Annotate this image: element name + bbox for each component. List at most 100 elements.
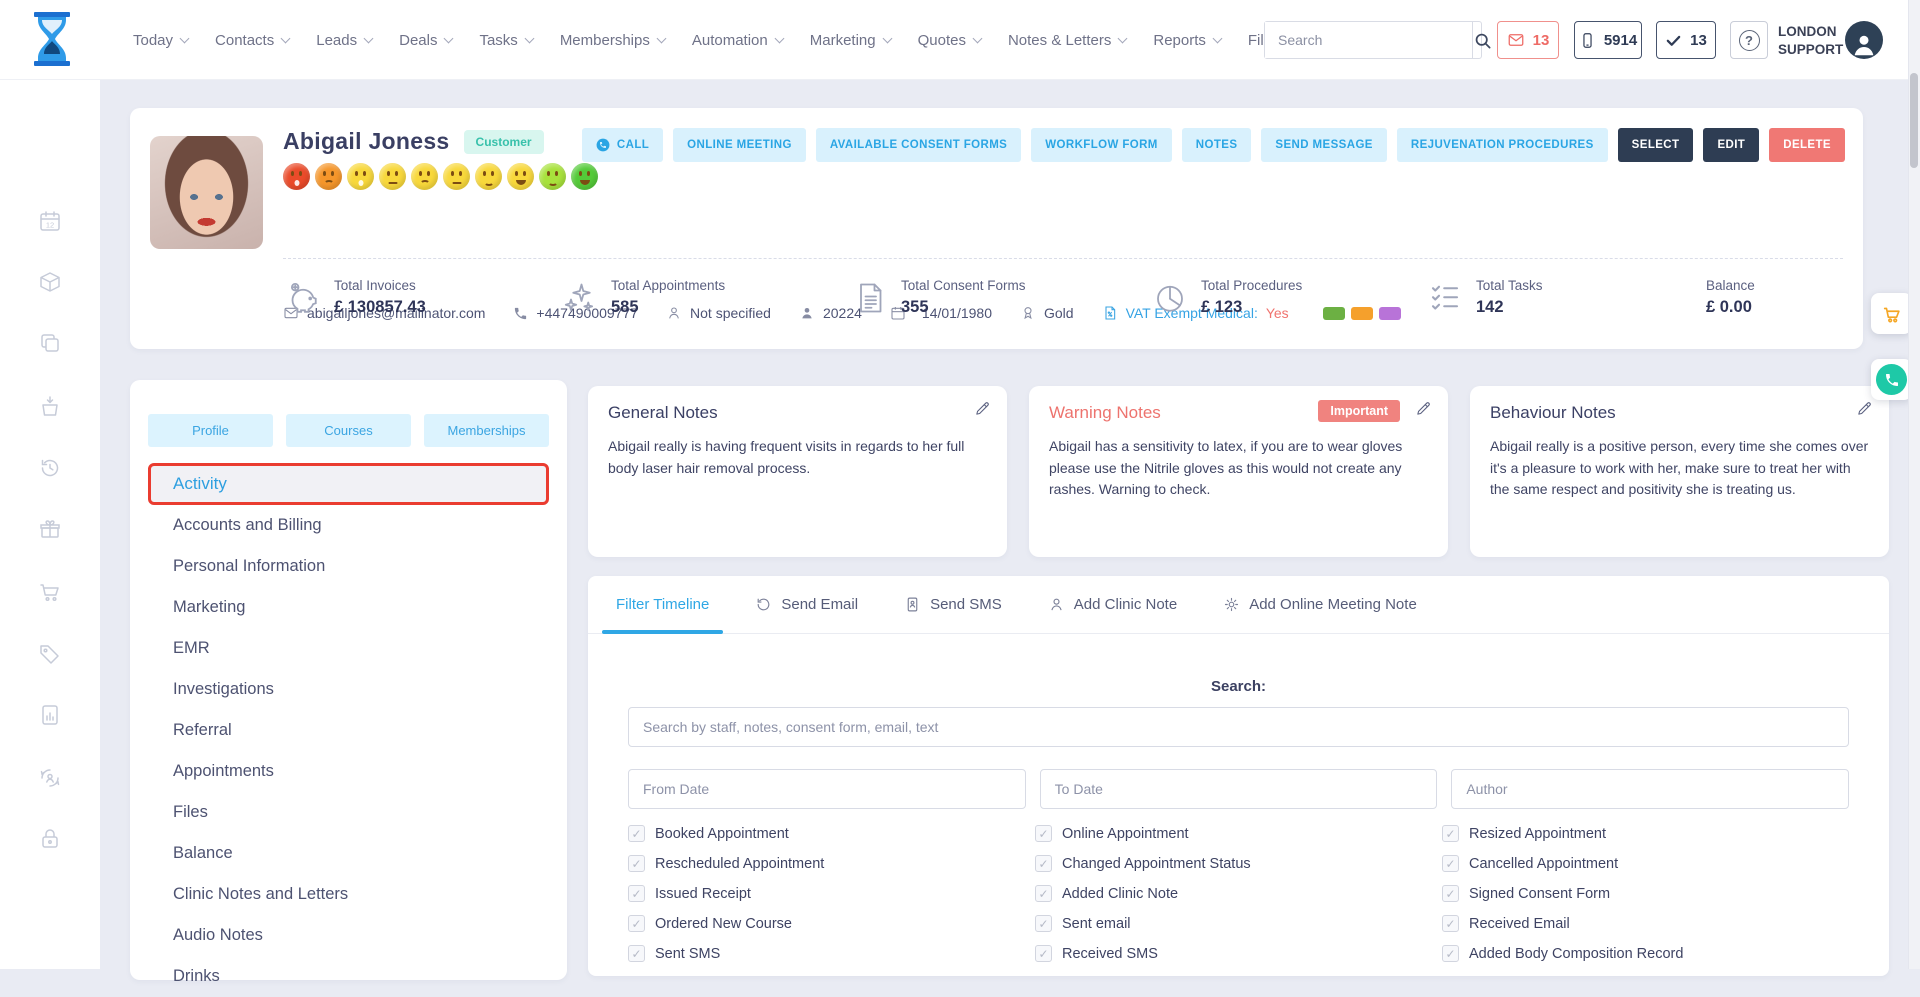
scrollbar-track[interactable] — [1908, 0, 1920, 969]
filter-cancelled-appointment[interactable]: Cancelled Appointment — [1442, 855, 1849, 872]
filter-issued-receipt[interactable]: Issued Receipt — [628, 885, 1035, 902]
filter-sent-email[interactable]: Sent email — [1035, 915, 1442, 932]
filter-changed-appointment-status[interactable]: Changed Appointment Status — [1035, 855, 1442, 872]
select-button[interactable]: SELECT — [1618, 128, 1694, 162]
rejuvenation-procedures-button[interactable]: REJUVENATION PROCEDURES — [1397, 128, 1608, 162]
tab-send-sms[interactable]: Send SMS — [904, 576, 1002, 633]
search-icon[interactable] — [1472, 22, 1492, 58]
call-button[interactable]: CALL — [582, 128, 663, 162]
nav-marketing[interactable]: Marketing — [810, 32, 891, 49]
help-button[interactable]: ? — [1730, 21, 1768, 59]
tab-add-clinic-note[interactable]: Add Clinic Note — [1048, 576, 1177, 633]
nav-contacts[interactable]: Contacts — [215, 32, 289, 49]
menu-item-audio-notes[interactable]: Audio Notes — [148, 915, 549, 956]
checkbox-checked[interactable] — [1035, 945, 1052, 962]
lock-icon[interactable] — [38, 827, 62, 851]
filter-signed-consent-form[interactable]: Signed Consent Form — [1442, 885, 1849, 902]
inbox-mail-button[interactable]: 13 — [1497, 21, 1559, 59]
menu-item-files[interactable]: Files — [148, 792, 549, 833]
floating-cart-button[interactable] — [1871, 293, 1912, 334]
delete-button[interactable]: DELETE — [1769, 128, 1845, 162]
report-icon[interactable] — [38, 703, 62, 727]
global-search-input[interactable] — [1265, 22, 1472, 58]
satisfaction-emoji-4[interactable] — [379, 163, 406, 190]
satisfaction-emoji-5[interactable] — [411, 163, 438, 190]
filter-resized-appointment[interactable]: Resized Appointment — [1442, 825, 1849, 842]
nav-deals[interactable]: Deals — [399, 32, 452, 49]
price-tag-icon[interactable] — [38, 642, 62, 666]
scrollbar-thumb[interactable] — [1910, 73, 1918, 168]
tab-filter-timeline[interactable]: Filter Timeline — [616, 576, 709, 633]
user-avatar[interactable] — [1845, 21, 1883, 59]
timeline-search-input[interactable] — [628, 707, 1849, 747]
cart-icon[interactable] — [38, 580, 62, 604]
checkbox-checked[interactable] — [628, 945, 645, 962]
tab-profile[interactable]: Profile — [148, 414, 273, 447]
checkbox-checked[interactable] — [1442, 885, 1459, 902]
checkbox-checked[interactable] — [1442, 825, 1459, 842]
edit-pencil-icon[interactable] — [1415, 400, 1432, 417]
tag-chip-green[interactable] — [1323, 307, 1345, 320]
tag-chip-orange[interactable] — [1351, 307, 1373, 320]
nav-automation[interactable]: Automation — [692, 32, 783, 49]
client-sync-icon[interactable] — [38, 766, 62, 790]
basket-icon[interactable] — [38, 395, 62, 419]
menu-item-emr[interactable]: EMR — [148, 628, 549, 669]
satisfaction-emoji-10[interactable] — [571, 163, 598, 190]
package-icon[interactable] — [38, 270, 62, 294]
nav-today[interactable]: Today — [133, 32, 188, 49]
tasks-button[interactable]: 13 — [1656, 21, 1716, 59]
nav-notes-letters[interactable]: Notes & Letters — [1008, 32, 1126, 49]
checkbox-checked[interactable] — [628, 855, 645, 872]
menu-item-appointments[interactable]: Appointments — [148, 751, 549, 792]
nav-tasks[interactable]: Tasks — [479, 32, 532, 49]
tab-memberships[interactable]: Memberships — [424, 414, 549, 447]
satisfaction-emoji-8[interactable] — [507, 163, 534, 190]
tag-chip-purple[interactable] — [1379, 307, 1401, 320]
menu-item-drinks[interactable]: Drinks — [148, 956, 549, 997]
copy-icon[interactable] — [38, 331, 62, 355]
satisfaction-emoji-1[interactable] — [283, 163, 310, 190]
satisfaction-emoji-2[interactable] — [315, 163, 342, 190]
tab-courses[interactable]: Courses — [286, 414, 411, 447]
satisfaction-emoji-9[interactable] — [539, 163, 566, 190]
tab-send-email[interactable]: Send Email — [755, 576, 858, 633]
checkbox-checked[interactable] — [1442, 915, 1459, 932]
notes-button[interactable]: NOTES — [1182, 128, 1252, 162]
menu-item-personal-information[interactable]: Personal Information — [148, 546, 549, 587]
to-date-input[interactable] — [1040, 769, 1438, 809]
menu-item-investigations[interactable]: Investigations — [148, 669, 549, 710]
menu-item-activity-selected[interactable]: Activity — [148, 463, 549, 505]
available-consent-forms-button[interactable]: AVAILABLE CONSENT FORMS — [816, 128, 1021, 162]
app-logo-hourglass-icon[interactable] — [28, 11, 76, 67]
menu-item-marketing[interactable]: Marketing — [148, 587, 549, 628]
sms-button[interactable]: 5914 — [1574, 21, 1642, 59]
checkbox-checked[interactable] — [628, 825, 645, 842]
satisfaction-emoji-6[interactable] — [443, 163, 470, 190]
edit-button[interactable]: EDIT — [1703, 128, 1759, 162]
history-icon[interactable] — [38, 456, 62, 480]
filter-online-appointment[interactable]: Online Appointment — [1035, 825, 1442, 842]
checkbox-checked[interactable] — [1035, 855, 1052, 872]
filter-received-sms[interactable]: Received SMS — [1035, 945, 1442, 962]
menu-item-clinic-notes-and-letters[interactable]: Clinic Notes and Letters — [148, 874, 549, 915]
filter-booked-appointment[interactable]: Booked Appointment — [628, 825, 1035, 842]
edit-pencil-icon[interactable] — [974, 400, 991, 417]
filter-sent-sms[interactable]: Sent SMS — [628, 945, 1035, 962]
online-meeting-button[interactable]: ONLINE MEETING — [673, 128, 806, 162]
send-message-button[interactable]: SEND MESSAGE — [1261, 128, 1386, 162]
workflow-form-button[interactable]: WORKFLOW FORM — [1031, 128, 1172, 162]
menu-item-balance[interactable]: Balance — [148, 833, 549, 874]
gift-icon[interactable] — [38, 517, 62, 541]
checkbox-checked[interactable] — [1035, 915, 1052, 932]
tab-add-online-meeting-note[interactable]: Add Online Meeting Note — [1223, 576, 1417, 633]
checkbox-checked[interactable] — [628, 915, 645, 932]
nav-memberships[interactable]: Memberships — [560, 32, 665, 49]
client-photo[interactable] — [150, 136, 263, 249]
satisfaction-emoji-3[interactable] — [347, 163, 374, 190]
checkbox-checked[interactable] — [1442, 855, 1459, 872]
calendar-icon[interactable]: 12 — [38, 209, 62, 233]
menu-item-referral[interactable]: Referral — [148, 710, 549, 751]
filter-added-body-composition-record[interactable]: Added Body Composition Record — [1442, 945, 1849, 962]
nav-leads[interactable]: Leads — [316, 32, 372, 49]
